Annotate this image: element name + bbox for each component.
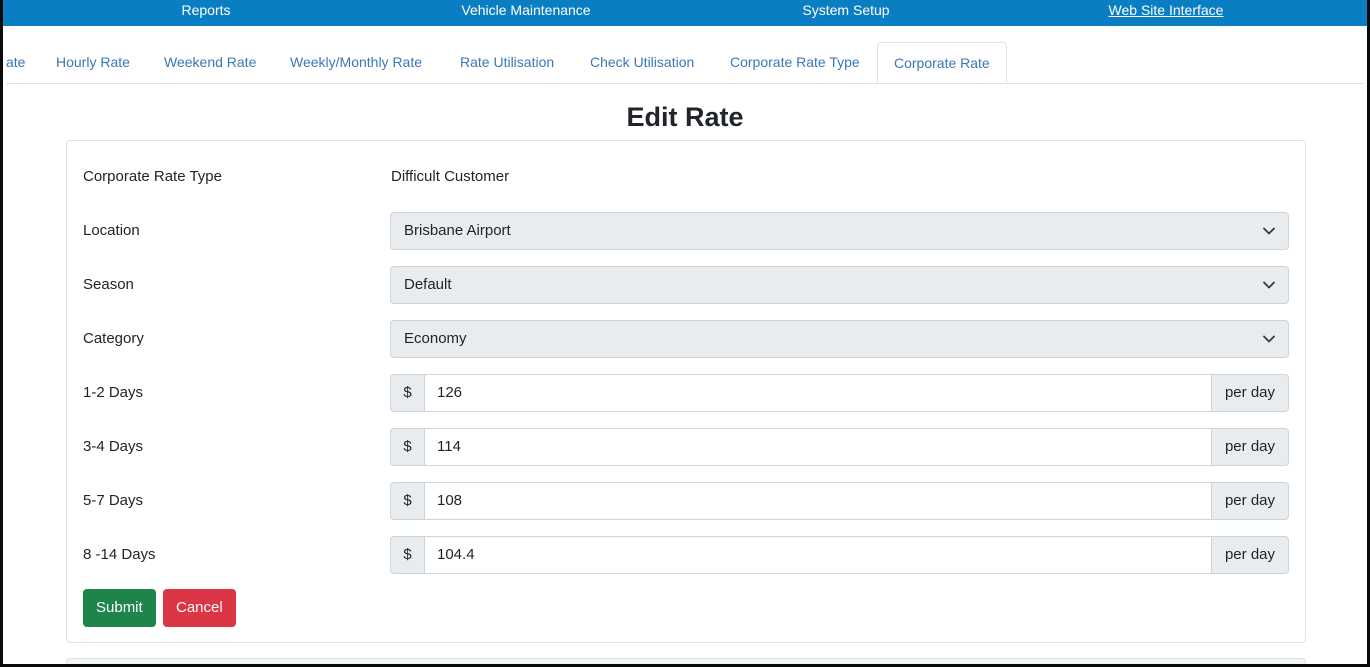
- rate-label: 8 -14 Days: [83, 546, 156, 563]
- page-title: Edit Rate: [626, 102, 744, 132]
- rate-1-2-days-input[interactable]: 126: [424, 374, 1212, 412]
- cancel-button[interactable]: Cancel: [163, 589, 236, 627]
- location-select[interactable]: Brisbane Airport: [390, 212, 1289, 250]
- season-select[interactable]: Default: [390, 266, 1289, 304]
- tab-rate-utilisation[interactable]: Rate Utilisation: [444, 42, 570, 82]
- nav-web-site-interface[interactable]: Web Site Interface: [1109, 1, 1224, 19]
- rate-input-group: $ 126 per day: [390, 374, 1289, 412]
- currency-prefix: $: [390, 428, 425, 466]
- per-day-suffix: per day: [1211, 536, 1289, 574]
- edit-rate-form: Corporate Rate Type Difficult Customer L…: [66, 140, 1306, 643]
- rate-label: 5-7 Days: [83, 492, 144, 509]
- tab-weekend-rate[interactable]: Weekend Rate: [148, 42, 272, 82]
- rate-3-4-days-input[interactable]: 114: [424, 428, 1212, 466]
- chevron-down-icon: [1263, 227, 1275, 235]
- nav-system-setup[interactable]: System Setup: [802, 1, 889, 19]
- corporate-rate-type-row: Corporate Rate Type Difficult Customer: [83, 158, 1289, 196]
- submit-button[interactable]: Submit: [83, 589, 156, 627]
- season-selected-value: Default: [404, 276, 452, 293]
- rate-tabs: ate Hourly Rate Weekend Rate Weekly/Mont…: [6, 42, 1364, 84]
- season-label: Season: [83, 276, 134, 293]
- per-day-suffix: per day: [1211, 428, 1289, 466]
- season-row: Season Default: [83, 266, 1289, 304]
- rate-row-5-7-days: 5-7 Days $ 108 per day: [83, 482, 1289, 520]
- rate-8-14-days-input[interactable]: 104.4: [424, 536, 1212, 574]
- rate-label: 1-2 Days: [83, 384, 144, 401]
- rate-row-3-4-days: 3-4 Days $ 114 per day: [83, 428, 1289, 466]
- top-navigation-bar: Reports Vehicle Maintenance System Setup…: [3, 0, 1367, 26]
- category-row: Category Economy: [83, 320, 1289, 358]
- category-select[interactable]: Economy: [390, 320, 1289, 358]
- rate-row-8-14-days: 8 -14 Days $ 104.4 per day: [83, 536, 1289, 574]
- currency-prefix: $: [390, 536, 425, 574]
- per-day-suffix: per day: [1211, 482, 1289, 520]
- corporate-rate-type-value: Difficult Customer: [391, 168, 510, 185]
- tab-weekly-monthly-rate[interactable]: Weekly/Monthly Rate: [274, 42, 438, 82]
- tab-corporate-rate-type[interactable]: Corporate Rate Type: [714, 42, 876, 82]
- rate-row-1-2-days: 1-2 Days $ 126 per day: [83, 374, 1289, 412]
- app-window: Reports Vehicle Maintenance System Setup…: [0, 0, 1370, 667]
- chevron-down-icon: [1263, 335, 1275, 343]
- location-row: Location Brisbane Airport: [83, 212, 1289, 250]
- nav-vehicle-maintenance[interactable]: Vehicle Maintenance: [461, 1, 590, 19]
- tab-check-utilisation[interactable]: Check Utilisation: [574, 42, 710, 82]
- rate-input-group: $ 108 per day: [390, 482, 1289, 520]
- tab-corporate-rate[interactable]: Corporate Rate: [877, 42, 1007, 83]
- currency-prefix: $: [390, 374, 425, 412]
- rate-label: 3-4 Days: [83, 438, 144, 455]
- corporate-rate-type-label: Corporate Rate Type: [83, 168, 222, 185]
- rate-5-7-days-input[interactable]: 108: [424, 482, 1212, 520]
- tab-rate-truncated[interactable]: ate: [3, 42, 41, 82]
- rate-input-group: $ 104.4 per day: [390, 536, 1289, 574]
- location-selected-value: Brisbane Airport: [404, 222, 511, 239]
- category-label: Category: [83, 330, 144, 347]
- nav-reports[interactable]: Reports: [181, 1, 230, 19]
- location-label: Location: [83, 222, 140, 239]
- rate-input-group: $ 114 per day: [390, 428, 1289, 466]
- tab-hourly-rate[interactable]: Hourly Rate: [40, 42, 146, 82]
- category-selected-value: Economy: [404, 330, 467, 347]
- per-day-suffix: per day: [1211, 374, 1289, 412]
- currency-prefix: $: [390, 482, 425, 520]
- next-panel-edge: [66, 658, 1306, 664]
- chevron-down-icon: [1263, 281, 1275, 289]
